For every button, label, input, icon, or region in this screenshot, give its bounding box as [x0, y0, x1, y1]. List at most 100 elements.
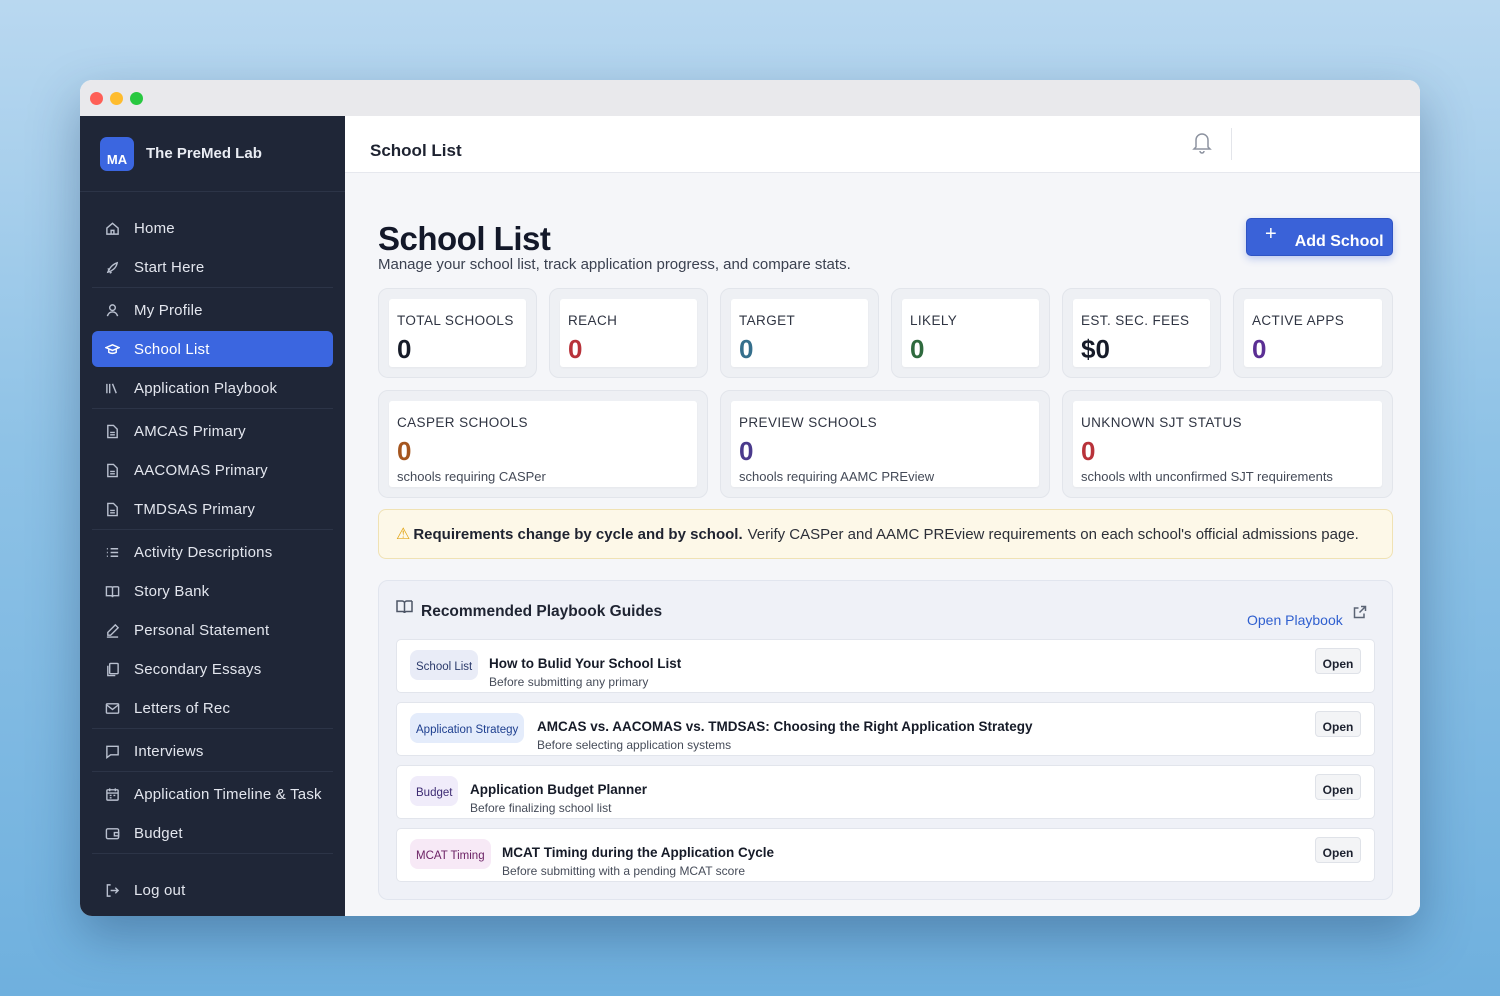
logout-label: Log out: [134, 881, 186, 899]
add-school-button[interactable]: + Add School: [1246, 218, 1393, 256]
sidebar-item-label: Budget: [134, 824, 183, 842]
chat-icon: [104, 743, 120, 759]
sidebar-item-tmdsas-primary[interactable]: TMDSAS Primary: [92, 491, 333, 527]
stat-label: UNKNOWN SJT STATUS: [1081, 415, 1242, 430]
open-playbook-link[interactable]: Open Playbook: [1247, 612, 1343, 628]
requirements-warning-banner: ⚠ Requirements change by cycle and by sc…: [378, 509, 1393, 559]
stat-card-total-schools: TOTAL SCHOOLS 0: [378, 288, 537, 378]
sidebar-item-letters-of-rec[interactable]: Letters of Rec: [92, 690, 333, 726]
stat-card-active-apps: ACTIVE APPS 0: [1233, 288, 1393, 378]
sidebar-item-secondary-essays[interactable]: Secondary Essays: [92, 651, 333, 687]
sidebar-item-amcas-primary[interactable]: AMCAS Primary: [92, 413, 333, 449]
stat-card-est-sec-fees: EST. SEC. FEES $0: [1062, 288, 1221, 378]
stat-value: 0: [739, 436, 754, 466]
guide-subtitle: Before finalizing school list: [470, 801, 612, 815]
sidebar-nav: Home Start Here My Profile School List A…: [80, 192, 345, 854]
banner-text: Verify CASPer and AAMC PREview requireme…: [747, 525, 1359, 543]
minimize-window-button[interactable]: [110, 91, 123, 105]
sidebar-item-personal-statement[interactable]: Personal Statement: [92, 612, 333, 648]
guide-open-button[interactable]: Open: [1315, 711, 1361, 737]
sidebar-divider: [92, 771, 333, 772]
app-window: MA The PreMed Lab Home Start Here My Pro…: [80, 80, 1420, 916]
guide-row[interactable]: MCAT Timing MCAT Timing during the Appli…: [396, 828, 1375, 882]
sidebar-divider: [92, 287, 333, 288]
calendar-icon: [104, 786, 120, 802]
close-window-button[interactable]: [90, 91, 103, 105]
warning-icon: ⚠: [396, 526, 411, 543]
stat-card-unknown-sjt-status: UNKNOWN SJT STATUS 0 schools wlth unconf…: [1062, 390, 1393, 498]
stat-card-target: TARGET 0: [720, 288, 879, 378]
stat-card-reach: REACH 0: [549, 288, 708, 378]
sidebar-item-application-playbook[interactable]: Application Playbook: [92, 370, 333, 406]
stat-value: 0: [910, 334, 925, 364]
sidebar-item-label: Home: [134, 219, 175, 237]
home-icon: [104, 220, 120, 236]
maximize-window-button[interactable]: [130, 91, 143, 105]
stat-card-preview-schools: PREVIEW SCHOOLS 0 schools requiring AAMC…: [720, 390, 1050, 498]
sidebar-item-label: Start Here: [134, 258, 205, 276]
stat-value: $0: [1081, 334, 1110, 364]
sidebar-item-school-list[interactable]: School List: [92, 331, 333, 367]
stat-card-body: TARGET 0: [731, 299, 868, 367]
guide-tag: School List: [410, 650, 479, 680]
sidebar-item-interviews[interactable]: Interviews: [92, 733, 333, 769]
sidebar-item-application-timeline[interactable]: Application Timeline & Task: [92, 776, 333, 812]
guide-subtitle: Before submitting with a pending MCAT sc…: [502, 864, 746, 878]
document-icon: [104, 501, 120, 517]
document-icon: [104, 423, 120, 439]
list-icon: [104, 544, 120, 560]
sidebar-item-home[interactable]: Home: [92, 210, 333, 246]
stat-card-body: TOTAL SCHOOLS 0: [389, 299, 526, 367]
stat-label: ACTIVE APPS: [1252, 313, 1345, 328]
sidebar-item-budget[interactable]: Budget: [92, 815, 333, 851]
topbar-title: School List: [370, 141, 462, 160]
guide-row[interactable]: Application Strategy AMCAS vs. AACOMAS v…: [396, 702, 1375, 756]
logout-button[interactable]: Log out: [92, 872, 333, 908]
stat-label: EST. SEC. FEES: [1081, 313, 1190, 328]
sidebar-item-label: AACOMAS Primary: [134, 461, 268, 479]
guide-subtitle: Before selecting application systems: [537, 738, 732, 752]
guide-open-button[interactable]: Open: [1315, 774, 1361, 800]
sidebar-item-my-profile[interactable]: My Profile: [92, 292, 333, 328]
guides-heading: Recommended Playbook Guides: [396, 600, 663, 621]
document-icon: [104, 462, 120, 478]
sidebar-item-label: Activity Descriptions: [134, 543, 273, 561]
sidebar-item-label: Interviews: [134, 742, 204, 760]
sidebar-item-start-here[interactable]: Start Here: [92, 249, 333, 285]
open-book-icon: [396, 599, 414, 615]
mail-icon: [104, 700, 120, 716]
external-link-icon[interactable]: [1353, 605, 1367, 619]
guide-title: MCAT Timing during the Application Cycle: [502, 845, 775, 860]
stat-label: CASPER SCHOOLS: [397, 415, 528, 430]
sidebar-item-aacomas-primary[interactable]: AACOMAS Primary: [92, 452, 333, 488]
guide-open-button[interactable]: Open: [1315, 648, 1361, 674]
sidebar-item-activity-descriptions[interactable]: Activity Descriptions: [92, 534, 333, 570]
stat-value: 0: [568, 334, 583, 364]
page-title: School List: [378, 220, 551, 257]
logout-section: Log out: [92, 872, 333, 908]
copy-icon: [104, 661, 120, 677]
stat-description: schools wlth unconfirmed SJT requirement…: [1081, 469, 1333, 484]
stat-value: 0: [397, 334, 412, 364]
guide-row[interactable]: Budget Application Budget Planner Before…: [396, 765, 1375, 819]
graduation-cap-icon: [104, 341, 120, 357]
stat-value: 0: [739, 334, 754, 364]
topbar-divider: [1231, 128, 1232, 160]
stat-card-casper-schools: CASPER SCHOOLS 0 schools requiring CASPe…: [378, 390, 708, 498]
sidebar-item-story-bank[interactable]: Story Bank: [92, 573, 333, 609]
guide-open-button[interactable]: Open: [1315, 837, 1361, 863]
stat-card-body: REACH 0: [560, 299, 697, 367]
sidebar-divider: [92, 408, 333, 409]
guides-title: Recommended Playbook Guides: [421, 603, 663, 620]
brand[interactable]: MA The PreMed Lab: [80, 116, 345, 192]
stat-label: TOTAL SCHOOLS: [397, 313, 514, 328]
bell-icon[interactable]: [1191, 130, 1215, 154]
stat-card-likely: LIKELY 0: [891, 288, 1050, 378]
window-titlebar: [80, 80, 1420, 116]
add-school-label: Add School: [1294, 233, 1384, 250]
banner-bold-text: Requirements change by cycle and by scho…: [413, 525, 743, 543]
guide-row[interactable]: School List How to Bulid Your School Lis…: [396, 639, 1375, 693]
guide-tag: Application Strategy: [410, 713, 525, 743]
guide-title: AMCAS vs. AACOMAS vs. TMDSAS: Choosing t…: [537, 719, 1033, 734]
stat-card-body: EST. SEC. FEES $0: [1073, 299, 1210, 367]
